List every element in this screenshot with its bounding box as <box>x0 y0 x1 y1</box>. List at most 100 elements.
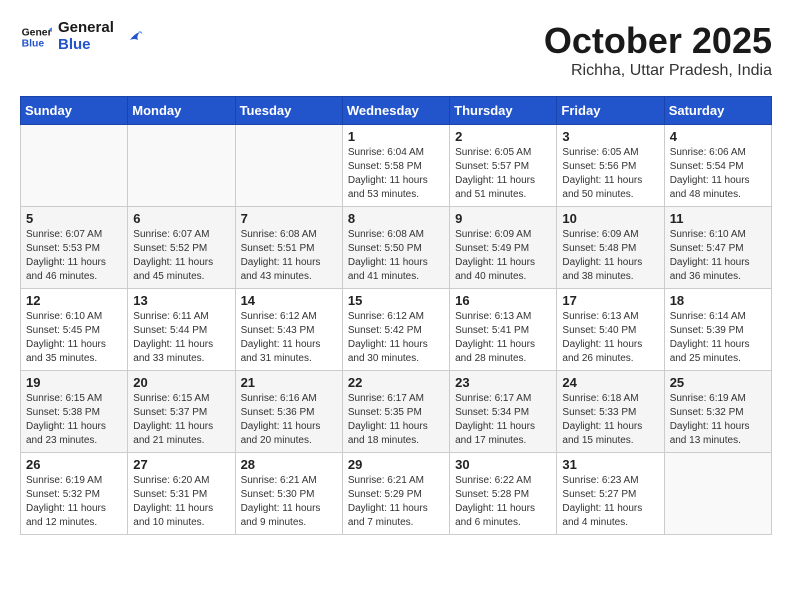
day-info: Sunrise: 6:04 AM Sunset: 5:58 PM Dayligh… <box>348 146 444 202</box>
calendar-cell: 24 Sunrise: 6:18 AM Sunset: 5:33 PM Dayli… <box>557 371 664 453</box>
day-number: 18 <box>670 293 766 308</box>
title-block: October 2025 Richha, Uttar Pradesh, Indi… <box>544 20 772 80</box>
day-number: 8 <box>348 211 444 226</box>
day-number: 1 <box>348 129 444 144</box>
day-info: Sunrise: 6:05 AM Sunset: 5:56 PM Dayligh… <box>562 146 658 202</box>
day-info: Sunrise: 6:11 AM Sunset: 5:44 PM Dayligh… <box>133 310 229 366</box>
logo-blue: Blue <box>58 37 114 54</box>
week-row-4: 19 Sunrise: 6:15 AM Sunset: 5:38 PM Dayli… <box>21 371 772 453</box>
calendar-cell: 23Sunrise: 6:17 AM Sunset: 5:34 PM Dayli… <box>450 371 557 453</box>
day-info: Sunrise: 6:10 AM Sunset: 5:47 PM Dayligh… <box>670 228 766 284</box>
logo-general: General <box>58 20 114 37</box>
day-number: 21 <box>241 375 337 390</box>
calendar-cell <box>235 125 342 207</box>
calendar-cell: 28Sunrise: 6:21 AM Sunset: 5:30 PM Dayli… <box>235 453 342 535</box>
day-number: 28 <box>241 457 337 472</box>
calendar-cell: 30Sunrise: 6:22 AM Sunset: 5:28 PM Dayli… <box>450 453 557 535</box>
calendar-cell <box>21 125 128 207</box>
calendar-cell: 25 Sunrise: 6:19 AM Sunset: 5:32 PM Dayli… <box>664 371 771 453</box>
calendar-cell: 7 Sunrise: 6:08 AM Sunset: 5:51 PM Daylig… <box>235 207 342 289</box>
calendar-cell: 14Sunrise: 6:12 AM Sunset: 5:43 PM Dayli… <box>235 289 342 371</box>
calendar-table: SundayMondayTuesdayWednesdayThursdayFrid… <box>20 96 772 535</box>
day-number: 20 <box>133 375 229 390</box>
calendar-cell <box>128 125 235 207</box>
calendar-cell: 4 Sunrise: 6:06 AM Sunset: 5:54 PM Daylig… <box>664 125 771 207</box>
day-info: Sunrise: 6:16 AM Sunset: 5:36 PM Dayligh… <box>241 392 337 448</box>
day-info: Sunrise: 6:10 AM Sunset: 5:45 PM Dayligh… <box>26 310 122 366</box>
day-info: Sunrise: 6:13 AM Sunset: 5:40 PM Dayligh… <box>562 310 658 366</box>
day-number: 2 <box>455 129 551 144</box>
day-info: Sunrise: 6:06 AM Sunset: 5:54 PM Dayligh… <box>670 146 766 202</box>
calendar-cell: 10Sunrise: 6:09 AM Sunset: 5:48 PM Dayli… <box>557 207 664 289</box>
day-number: 22 <box>348 375 444 390</box>
day-info: Sunrise: 6:17 AM Sunset: 5:35 PM Dayligh… <box>348 392 444 448</box>
calendar-cell: 26Sunrise: 6:19 AM Sunset: 5:32 PM Dayli… <box>21 453 128 535</box>
day-info: Sunrise: 6:14 AM Sunset: 5:39 PM Dayligh… <box>670 310 766 366</box>
day-number: 29 <box>348 457 444 472</box>
day-number: 11 <box>670 211 766 226</box>
day-number: 10 <box>562 211 658 226</box>
day-info: Sunrise: 6:18 AM Sunset: 5:33 PM Dayligh… <box>562 392 658 448</box>
day-number: 27 <box>133 457 229 472</box>
calendar-cell: 21 Sunrise: 6:16 AM Sunset: 5:36 PM Dayli… <box>235 371 342 453</box>
svg-text:General: General <box>22 27 52 38</box>
day-info: Sunrise: 6:12 AM Sunset: 5:42 PM Dayligh… <box>348 310 444 366</box>
calendar-cell: 20Sunrise: 6:15 AM Sunset: 5:37 PM Dayli… <box>128 371 235 453</box>
weekday-tuesday: Tuesday <box>235 97 342 125</box>
day-number: 17 <box>562 293 658 308</box>
day-number: 9 <box>455 211 551 226</box>
calendar-cell: 27Sunrise: 6:20 AM Sunset: 5:31 PM Dayli… <box>128 453 235 535</box>
day-info: Sunrise: 6:22 AM Sunset: 5:28 PM Dayligh… <box>455 474 551 530</box>
day-info: Sunrise: 6:15 AM Sunset: 5:38 PM Dayligh… <box>26 392 122 448</box>
calendar-cell: 29Sunrise: 6:21 AM Sunset: 5:29 PM Dayli… <box>342 453 449 535</box>
calendar-cell: 8Sunrise: 6:08 AM Sunset: 5:50 PM Daylig… <box>342 207 449 289</box>
day-info: Sunrise: 6:19 AM Sunset: 5:32 PM Dayligh… <box>670 392 766 448</box>
day-number: 24 <box>562 375 658 390</box>
day-number: 7 <box>241 211 337 226</box>
day-number: 15 <box>348 293 444 308</box>
calendar-cell: 15 Sunrise: 6:12 AM Sunset: 5:42 PM Dayli… <box>342 289 449 371</box>
calendar-cell: 2 Sunrise: 6:05 AM Sunset: 5:57 PM Daylig… <box>450 125 557 207</box>
calendar-cell: 19 Sunrise: 6:15 AM Sunset: 5:38 PM Dayli… <box>21 371 128 453</box>
calendar-cell: 16Sunrise: 6:13 AM Sunset: 5:41 PM Dayli… <box>450 289 557 371</box>
week-row-3: 12Sunrise: 6:10 AM Sunset: 5:45 PM Dayli… <box>21 289 772 371</box>
day-number: 19 <box>26 375 122 390</box>
calendar-cell: 13Sunrise: 6:11 AM Sunset: 5:44 PM Dayli… <box>128 289 235 371</box>
day-number: 4 <box>670 129 766 144</box>
day-info: Sunrise: 6:19 AM Sunset: 5:32 PM Dayligh… <box>26 474 122 530</box>
day-info: Sunrise: 6:05 AM Sunset: 5:57 PM Dayligh… <box>455 146 551 202</box>
day-info: Sunrise: 6:07 AM Sunset: 5:53 PM Dayligh… <box>26 228 122 284</box>
calendar-cell: 12Sunrise: 6:10 AM Sunset: 5:45 PM Dayli… <box>21 289 128 371</box>
weekday-saturday: Saturday <box>664 97 771 125</box>
day-info: Sunrise: 6:23 AM Sunset: 5:27 PM Dayligh… <box>562 474 658 530</box>
day-info: Sunrise: 6:07 AM Sunset: 5:52 PM Dayligh… <box>133 228 229 284</box>
weekday-header-row: SundayMondayTuesdayWednesdayThursdayFrid… <box>21 97 772 125</box>
weekday-friday: Friday <box>557 97 664 125</box>
calendar-cell: 9 Sunrise: 6:09 AM Sunset: 5:49 PM Daylig… <box>450 207 557 289</box>
day-info: Sunrise: 6:13 AM Sunset: 5:41 PM Dayligh… <box>455 310 551 366</box>
day-info: Sunrise: 6:08 AM Sunset: 5:51 PM Dayligh… <box>241 228 337 284</box>
day-number: 25 <box>670 375 766 390</box>
calendar-cell: 3 Sunrise: 6:05 AM Sunset: 5:56 PM Daylig… <box>557 125 664 207</box>
calendar-cell: 1 Sunrise: 6:04 AM Sunset: 5:58 PM Daylig… <box>342 125 449 207</box>
page-header: General Blue General Blue October 2025 R… <box>20 20 772 80</box>
calendar-cell: 17 Sunrise: 6:13 AM Sunset: 5:40 PM Dayli… <box>557 289 664 371</box>
day-number: 31 <box>562 457 658 472</box>
weekday-sunday: Sunday <box>21 97 128 125</box>
day-number: 6 <box>133 211 229 226</box>
day-info: Sunrise: 6:09 AM Sunset: 5:49 PM Dayligh… <box>455 228 551 284</box>
calendar-body: 1 Sunrise: 6:04 AM Sunset: 5:58 PM Daylig… <box>21 125 772 535</box>
logo-icon: General Blue <box>20 21 52 53</box>
week-row-1: 1 Sunrise: 6:04 AM Sunset: 5:58 PM Daylig… <box>21 125 772 207</box>
weekday-wednesday: Wednesday <box>342 97 449 125</box>
calendar-cell <box>664 453 771 535</box>
week-row-5: 26Sunrise: 6:19 AM Sunset: 5:32 PM Dayli… <box>21 453 772 535</box>
calendar-cell: 18 Sunrise: 6:14 AM Sunset: 5:39 PM Dayli… <box>664 289 771 371</box>
calendar-cell: 5Sunrise: 6:07 AM Sunset: 5:53 PM Daylig… <box>21 207 128 289</box>
location-subtitle: Richha, Uttar Pradesh, India <box>544 62 772 80</box>
day-info: Sunrise: 6:12 AM Sunset: 5:43 PM Dayligh… <box>241 310 337 366</box>
calendar-cell: 22 Sunrise: 6:17 AM Sunset: 5:35 PM Dayli… <box>342 371 449 453</box>
weekday-monday: Monday <box>128 97 235 125</box>
svg-text:Blue: Blue <box>22 38 45 49</box>
day-number: 3 <box>562 129 658 144</box>
